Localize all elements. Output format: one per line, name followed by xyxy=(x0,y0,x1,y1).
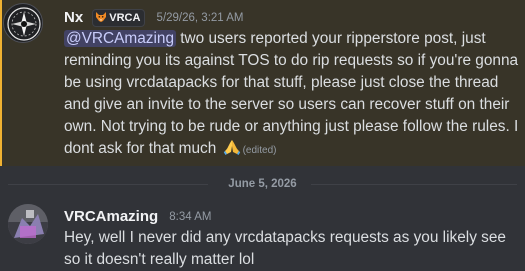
date-divider: June 5, 2026 xyxy=(8,176,517,192)
message-header: Nx VRCA 5/29/26, 3:21 AM xyxy=(64,7,244,28)
server-tag-label: VRCA xyxy=(109,11,141,24)
avatar[interactable] xyxy=(8,204,48,244)
message-content: Hey, well I never did any vrcdatapacks r… xyxy=(64,227,519,271)
folded-hands-emoji-icon[interactable] xyxy=(223,138,241,156)
message-text: Hey, well I never did any vrcdatapacks r… xyxy=(64,229,506,268)
user-mention[interactable]: @VRCAmazing xyxy=(64,30,176,47)
message-text: two users reported your ripperstore post… xyxy=(64,30,519,157)
username[interactable]: VRCAmazing xyxy=(64,207,158,227)
username[interactable]: Nx xyxy=(64,8,83,28)
user-avatar-icon xyxy=(8,204,48,244)
fox-icon xyxy=(96,11,107,22)
divider-line xyxy=(311,184,517,185)
server-tag-badge[interactable]: VRCA xyxy=(92,8,146,27)
edited-label: (edited) xyxy=(242,145,277,156)
message-header: VRCAmazing 8:34 AM xyxy=(64,206,211,227)
message-timestamp[interactable]: 8:34 AM xyxy=(169,207,211,227)
message-nx: Nx VRCA 5/29/26, 3:21 AM @VRCAmazing two… xyxy=(0,0,525,166)
avatar[interactable] xyxy=(3,3,43,43)
message-content: @VRCAmazing two users reported your ripp… xyxy=(64,28,519,162)
message-timestamp[interactable]: 5/29/26, 3:21 AM xyxy=(157,8,244,28)
user-avatar-icon xyxy=(5,5,42,42)
